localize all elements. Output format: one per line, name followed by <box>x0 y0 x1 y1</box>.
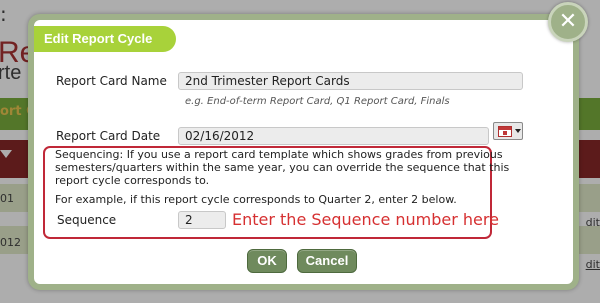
dialog-title: Edit Report Cycle <box>34 26 176 52</box>
calendar-picker-button[interactable] <box>493 122 523 140</box>
report-card-date-label: Report Card Date <box>56 129 161 143</box>
sequence-input[interactable]: 2 <box>178 211 226 229</box>
report-card-name-input[interactable]: 2nd Trimester Report Cards <box>178 72 523 90</box>
report-card-date-input[interactable]: 02/16/2012 <box>178 127 489 145</box>
sequencing-description-line3: report cycle corresponds to. <box>55 174 210 187</box>
report-card-name-label: Report Card Name <box>56 74 167 88</box>
calendar-icon <box>498 126 512 137</box>
sequencing-description-line2: semesters/quarters within the same year,… <box>55 161 510 174</box>
sequence-label: Sequence <box>57 213 117 227</box>
dropdown-arrow-icon <box>515 129 521 133</box>
sequencing-description-line1: Sequencing: If you use a report card tem… <box>55 148 503 161</box>
close-icon: ✕ <box>558 9 578 34</box>
sequencing-example: For example, if this report cycle corres… <box>55 193 457 206</box>
report-card-name-hint: e.g. End-of-term Report Card, Q1 Report … <box>185 96 450 107</box>
close-button[interactable]: ✕ <box>548 2 588 42</box>
ok-button[interactable]: OK <box>247 249 287 273</box>
sequence-instruction-annotation: Enter the Sequence number here <box>232 210 499 229</box>
cancel-button[interactable]: Cancel <box>297 249 357 273</box>
